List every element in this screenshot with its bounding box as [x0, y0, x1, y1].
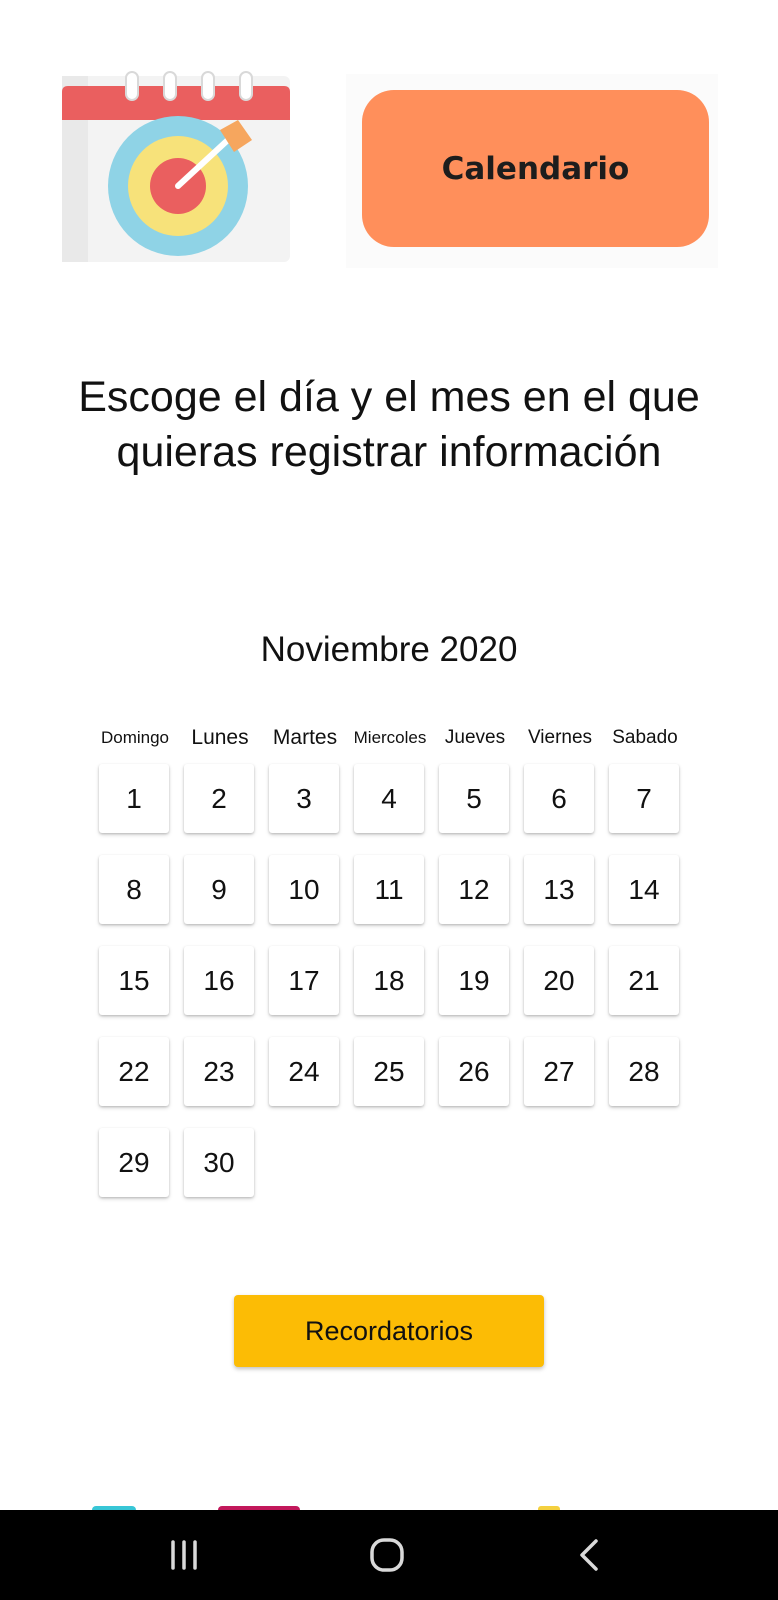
recents-icon	[171, 1540, 197, 1570]
reminders-button[interactable]: Recordatorios	[234, 1295, 544, 1367]
day-button[interactable]: 28	[609, 1037, 679, 1106]
weekday-viernes: Viernes	[527, 727, 593, 748]
day-button[interactable]: 29	[99, 1128, 169, 1197]
day-button[interactable]: 10	[269, 855, 339, 924]
back-icon	[580, 1539, 598, 1571]
day-button[interactable]: 25	[354, 1037, 424, 1106]
day-button[interactable]: 24	[269, 1037, 339, 1106]
day-button[interactable]: 14	[609, 855, 679, 924]
weekday-lunes: Lunes	[191, 726, 249, 749]
day-button[interactable]: 7	[609, 764, 679, 833]
weekday-martes: Martes	[272, 726, 338, 749]
day-button[interactable]: 5	[439, 764, 509, 833]
day-button[interactable]: 27	[524, 1037, 594, 1106]
day-button[interactable]: 8	[99, 855, 169, 924]
day-button[interactable]: 26	[439, 1037, 509, 1106]
instruction-line-1: Escoge el día y el mes en el que	[78, 373, 700, 421]
day-button[interactable]: 1	[99, 764, 169, 833]
weekday-jueves: Jueves	[444, 727, 506, 748]
calendar-banner: Calendario	[346, 74, 718, 268]
day-button[interactable]: 6	[524, 764, 594, 833]
day-button[interactable]: 18	[354, 946, 424, 1015]
day-button[interactable]: 15	[99, 946, 169, 1015]
day-button[interactable]: 19	[439, 946, 509, 1015]
days-grid: 1 2 3 4 5 6 7 8 9 10 11 12 13 14 15 16 1…	[99, 764, 681, 1197]
day-button[interactable]: 9	[184, 855, 254, 924]
weekday-sabado: Sabado	[612, 727, 678, 748]
recents-button[interactable]	[124, 1510, 244, 1600]
day-button[interactable]: 11	[354, 855, 424, 924]
day-button[interactable]: 17	[269, 946, 339, 1015]
weekday-domingo: Domingo	[100, 728, 170, 747]
instruction-line-2: quieras registrar información	[116, 428, 662, 476]
day-button[interactable]: 3	[269, 764, 339, 833]
day-button[interactable]: 22	[99, 1037, 169, 1106]
home-icon	[370, 1538, 404, 1572]
day-button[interactable]: 20	[524, 946, 594, 1015]
calendar-title-button[interactable]: Calendario	[362, 90, 709, 247]
day-button[interactable]: 16	[184, 946, 254, 1015]
day-button[interactable]: 13	[524, 855, 594, 924]
system-nav-bar	[0, 1510, 778, 1600]
month-title: Noviembre 2020	[260, 630, 518, 669]
back-button[interactable]	[530, 1510, 650, 1600]
weekday-miercoles: Miercoles	[353, 728, 427, 747]
home-button[interactable]	[327, 1510, 447, 1600]
calendar-target-icon	[62, 70, 292, 268]
day-button[interactable]: 30	[184, 1128, 254, 1197]
instruction-text: Escoge el día y el mes en el que quieras…	[30, 370, 748, 480]
day-button[interactable]: 23	[184, 1037, 254, 1106]
day-button[interactable]: 4	[354, 764, 424, 833]
day-button[interactable]: 12	[439, 855, 509, 924]
day-button[interactable]: 21	[609, 946, 679, 1015]
day-button[interactable]: 2	[184, 764, 254, 833]
